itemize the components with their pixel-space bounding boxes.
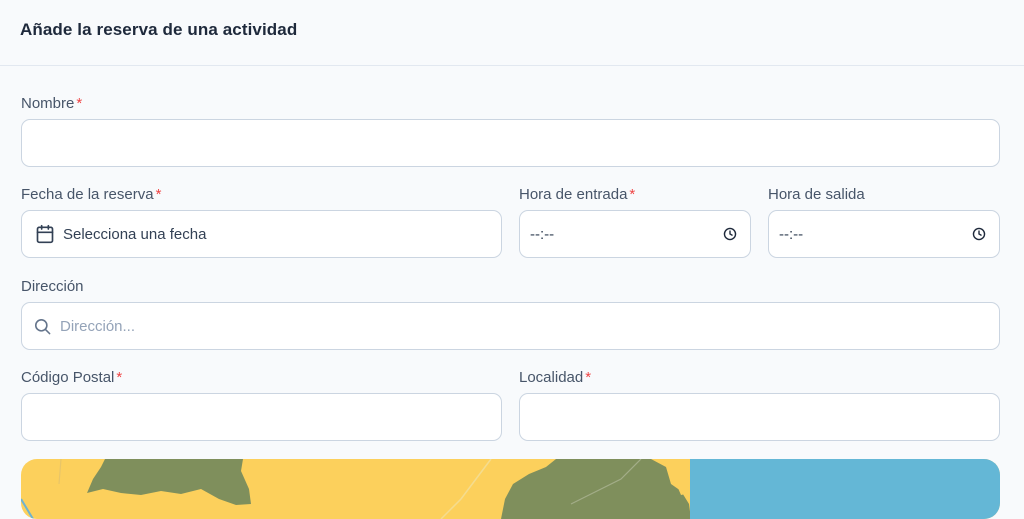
direccion-label-text: Dirección	[21, 278, 84, 295]
clock-icon[interactable]	[723, 227, 737, 241]
clock-icon[interactable]	[972, 227, 986, 241]
nombre-input[interactable]	[21, 119, 1000, 167]
map-canvas	[21, 459, 1000, 519]
required-mark: *	[116, 369, 123, 386]
hora-entrada-label-text: Hora de entrada	[519, 186, 628, 203]
localidad-input[interactable]	[519, 393, 1000, 441]
direccion-search-input[interactable]: Dirección...	[21, 302, 1000, 350]
hora-entrada-value: --:--	[530, 225, 555, 243]
codigo-postal-label: Código Postal *	[21, 369, 122, 386]
hora-entrada-label: Hora de entrada *	[519, 186, 635, 203]
required-mark: *	[629, 186, 636, 203]
direccion-label: Dirección	[21, 278, 84, 295]
hora-salida-value: --:--	[779, 225, 804, 243]
fecha-label: Fecha de la reserva *	[21, 186, 161, 203]
fecha-label-text: Fecha de la reserva	[21, 186, 154, 203]
localidad-label-text: Localidad	[519, 369, 584, 386]
calendar-icon	[35, 224, 55, 244]
page-title: Añade la reserva de una actividad	[20, 20, 298, 39]
fecha-placeholder: Selecciona una fecha	[63, 225, 207, 243]
nombre-label-text: Nombre	[21, 95, 75, 112]
required-mark: *	[585, 369, 592, 386]
localidad-label: Localidad *	[519, 369, 591, 386]
hora-entrada-input[interactable]: --:--	[519, 210, 751, 258]
required-mark: *	[155, 186, 162, 203]
codigo-postal-input[interactable]	[21, 393, 502, 441]
codigo-postal-label-text: Código Postal	[21, 369, 115, 386]
hora-salida-input[interactable]: --:--	[768, 210, 1000, 258]
hora-salida-label: Hora de salida	[768, 186, 865, 203]
required-mark: *	[76, 95, 83, 112]
map-water	[690, 459, 1000, 519]
direccion-placeholder: Dirección...	[60, 317, 136, 335]
location-map[interactable]	[21, 459, 1000, 519]
search-icon	[33, 317, 52, 336]
hora-salida-label-text: Hora de salida	[768, 186, 865, 203]
nombre-label: Nombre *	[21, 95, 82, 112]
fecha-date-picker[interactable]: Selecciona una fecha	[21, 210, 502, 258]
page-header: Añade la reserva de una actividad	[0, 0, 1024, 66]
